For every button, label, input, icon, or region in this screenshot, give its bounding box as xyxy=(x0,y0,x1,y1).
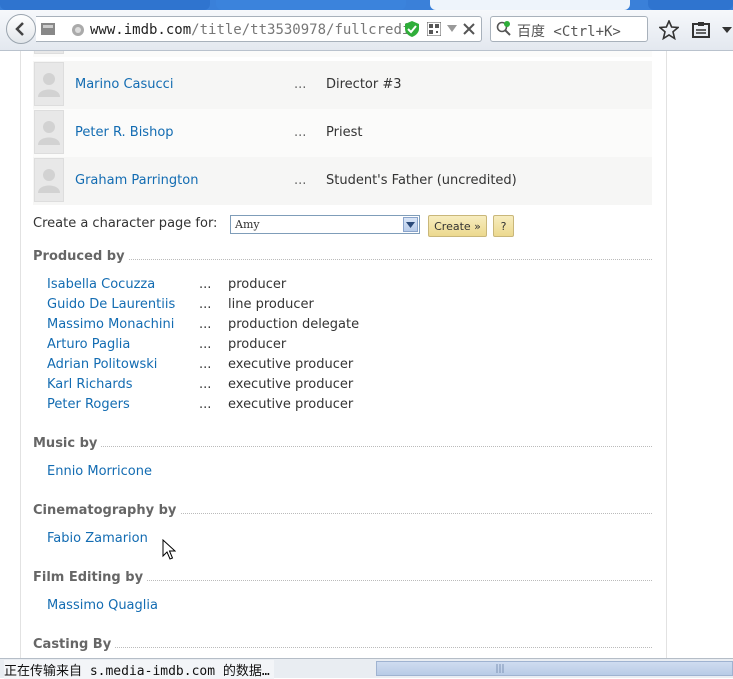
producer-role: producer xyxy=(228,337,287,352)
actor-photo-placeholder-icon xyxy=(34,51,64,54)
actor-photo-placeholder-icon[interactable] xyxy=(34,158,64,202)
producer-link[interactable]: Peter Rogers xyxy=(47,397,130,412)
character-page-label: Create a character page for: xyxy=(33,216,218,231)
separator-dots: ... xyxy=(294,125,307,140)
composer-link[interactable]: Ennio Morricone xyxy=(47,464,152,479)
cast-row: Peter R. Bishop ... Priest xyxy=(33,109,652,157)
reading-list-icon[interactable] xyxy=(690,20,712,40)
separator-dots: ... xyxy=(199,297,212,312)
producer-link[interactable]: Adrian Politowski xyxy=(47,357,157,372)
character-name: Director #3 xyxy=(326,77,402,92)
actor-photo-placeholder-icon[interactable] xyxy=(34,110,64,154)
status-text: 正在传输来自 s.media-imdb.com 的数据… xyxy=(4,660,274,679)
url-bar[interactable]: www.imdb.com/title/tt3530978/fullcredi xyxy=(36,16,482,42)
tab-2[interactable] xyxy=(216,0,406,10)
create-button[interactable]: Create » xyxy=(428,215,487,237)
section-title-film-editing-by: Film Editing by xyxy=(33,570,148,585)
cinematographer-link[interactable]: Fabio Zamarion xyxy=(47,531,148,546)
producer-link[interactable]: Guido De Laurentiis xyxy=(47,297,175,312)
search-input[interactable]: 百度 <Ctrl+K> xyxy=(490,16,648,42)
actor-link[interactable]: Marino Casucci xyxy=(75,77,173,92)
producer-role: executive producer xyxy=(228,377,354,392)
back-button[interactable] xyxy=(6,14,36,44)
tab-4[interactable] xyxy=(648,0,733,10)
qr-code-icon[interactable] xyxy=(426,21,442,37)
tab-active[interactable] xyxy=(430,0,630,10)
editor-link[interactable]: Massimo Quaglia xyxy=(47,598,158,613)
status-bar: 正在传输来自 s.media-imdb.com 的数据… xyxy=(0,658,733,679)
close-icon[interactable] xyxy=(462,22,476,36)
producer-link[interactable]: Karl Richards xyxy=(47,377,133,392)
separator-dots: ... xyxy=(199,317,212,332)
producer-role: line producer xyxy=(228,297,314,312)
horizontal-scrollbar[interactable] xyxy=(376,661,733,676)
shield-icon[interactable] xyxy=(404,21,420,37)
actor-link[interactable]: Graham Parrington xyxy=(75,173,198,188)
back-arrow-icon xyxy=(15,22,24,36)
help-button[interactable]: ? xyxy=(493,215,514,237)
separator-dots: ... xyxy=(294,77,307,92)
separator-dots: ... xyxy=(199,337,212,352)
page-icon xyxy=(40,21,56,37)
mouse-cursor-icon xyxy=(162,539,176,560)
section-divider xyxy=(33,647,652,648)
producer-link[interactable]: Massimo Monachini xyxy=(47,317,174,332)
cast-row-partial xyxy=(33,51,652,57)
globe-icon xyxy=(70,22,86,38)
tab-strip xyxy=(0,0,733,10)
section-title-music-by: Music by xyxy=(33,436,102,451)
section-title-cinematography-by: Cinematography by xyxy=(33,503,181,518)
cast-row: Marino Casucci ... Director #3 xyxy=(33,61,652,109)
scroll-grip-icon xyxy=(496,664,504,673)
tab-1[interactable] xyxy=(0,0,210,10)
separator-dots: ... xyxy=(199,277,212,292)
actor-photo-placeholder-icon[interactable] xyxy=(34,62,64,106)
producer-role: producer xyxy=(228,277,287,292)
separator-dots: ... xyxy=(199,377,212,392)
actor-link[interactable]: Peter R. Bishop xyxy=(75,125,174,140)
separator-dots: ... xyxy=(294,173,307,188)
menu-chevron-icon[interactable] xyxy=(720,24,733,36)
character-select[interactable]: Amy xyxy=(230,215,420,234)
character-select-value: Amy xyxy=(235,218,260,231)
producer-role: production delegate xyxy=(228,317,360,332)
search-icon xyxy=(495,21,513,37)
navigation-bar: www.imdb.com/title/tt3530978/fullcredi 百… xyxy=(0,10,733,51)
producer-role: executive producer xyxy=(228,357,354,372)
producer-link[interactable]: Arturo Paglia xyxy=(47,337,130,352)
section-divider xyxy=(33,446,652,447)
producer-role: executive producer xyxy=(228,397,354,412)
bookmark-star-icon[interactable] xyxy=(658,19,680,41)
dropdown-icon[interactable] xyxy=(446,22,458,36)
chevron-down-icon[interactable] xyxy=(403,217,418,232)
url-text[interactable]: www.imdb.com/title/tt3530978/fullcredi xyxy=(90,22,432,38)
search-placeholder: 百度 <Ctrl+K> xyxy=(517,24,621,40)
url-path: /title/tt3530978/fullcredi xyxy=(191,22,411,38)
section-title-produced-by: Produced by xyxy=(33,249,129,264)
page-content: Marino Casucci ... Director #3 Peter R. … xyxy=(0,51,733,658)
character-name: Priest xyxy=(326,125,363,140)
separator-dots: ... xyxy=(199,397,212,412)
separator-dots: ... xyxy=(199,357,212,372)
cast-row: Graham Parrington ... Student's Father (… xyxy=(33,157,652,205)
url-domain: www.imdb.com xyxy=(90,22,192,38)
section-title-casting-by: Casting By xyxy=(33,637,116,652)
character-name: Student's Father (uncredited) xyxy=(326,173,517,188)
producer-link[interactable]: Isabella Cocuzza xyxy=(47,277,155,292)
